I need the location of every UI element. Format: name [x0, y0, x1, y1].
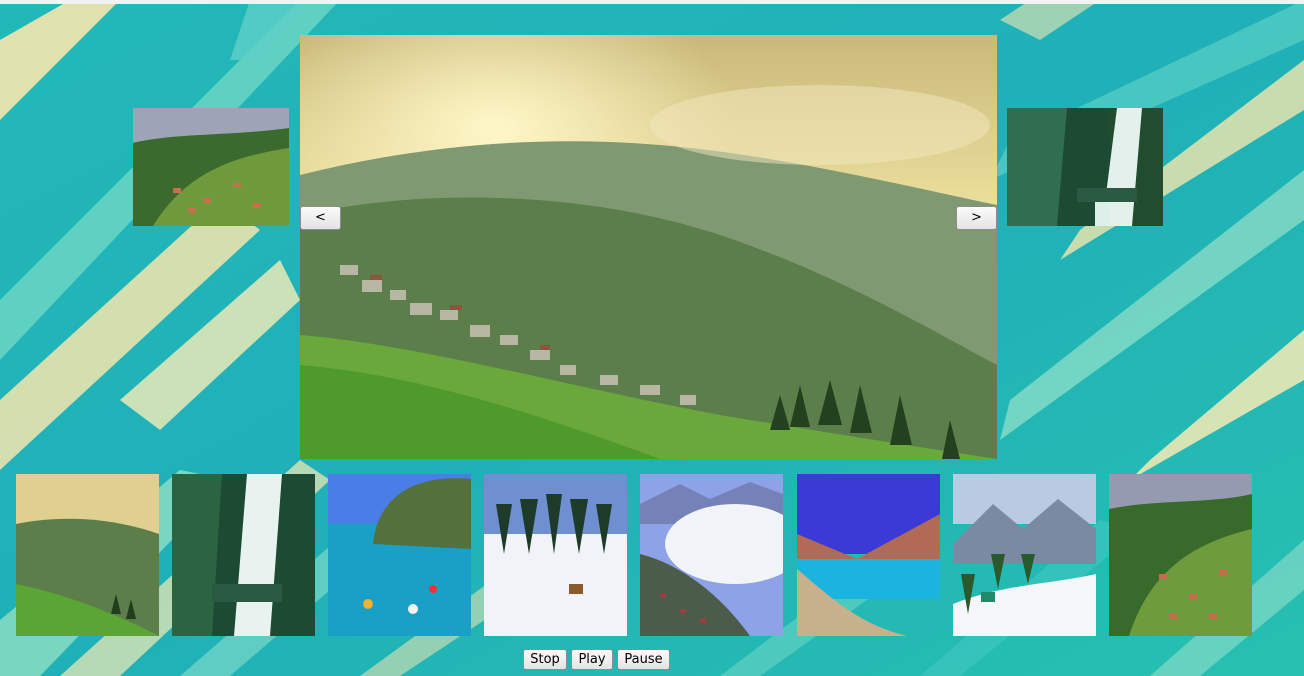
next-slide-preview[interactable] — [1007, 108, 1163, 226]
main-slide-image — [300, 35, 997, 459]
previous-slide-preview[interactable] — [133, 108, 289, 226]
thumbnail-sea-snorkeling[interactable] — [328, 474, 471, 636]
play-button[interactable]: Play — [571, 649, 613, 670]
stop-button[interactable]: Stop — [523, 649, 567, 670]
thumbnail-mountain-lake[interactable] — [797, 474, 940, 636]
next-slide-button[interactable]: > — [956, 206, 997, 230]
thumbnail-snow-mountains[interactable] — [953, 474, 1096, 636]
previous-slide-button[interactable]: < — [300, 206, 341, 230]
thumbnail-waterfall[interactable] — [172, 474, 315, 636]
thumbnail-misty-hill-town[interactable] — [640, 474, 783, 636]
top-border — [0, 0, 1304, 4]
pause-button[interactable]: Pause — [617, 649, 670, 670]
thumbnail-darjeeling-tea-hills[interactable] — [16, 474, 159, 636]
thumbnail-snowy-pine-village[interactable] — [484, 474, 627, 636]
thumbnail-hillside-terraces[interactable] — [1109, 474, 1252, 636]
